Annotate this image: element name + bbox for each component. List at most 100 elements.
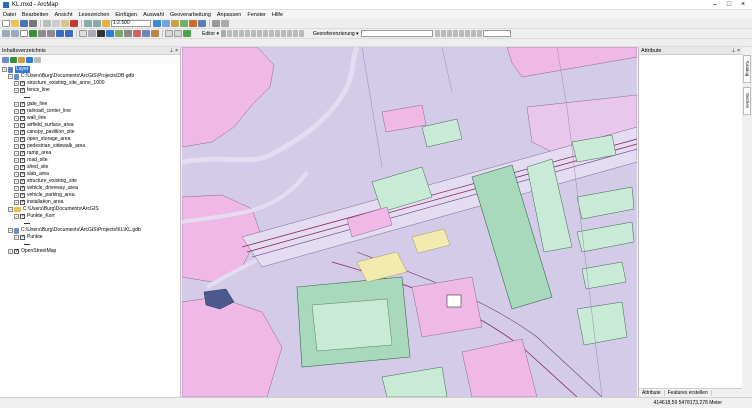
scale-input[interactable]: 1:2.500 <box>111 20 151 27</box>
expand-collapse-icon[interactable]: − <box>14 179 19 184</box>
expand-collapse-icon[interactable]: − <box>14 109 19 114</box>
straight-segment-icon[interactable] <box>232 30 238 37</box>
layer-visibility-checkbox[interactable] <box>20 178 25 185</box>
find-icon[interactable] <box>142 30 150 37</box>
layer-visibility-checkbox[interactable] <box>20 136 25 143</box>
edit-vertices-icon[interactable] <box>256 30 262 37</box>
menu-lesezeichen[interactable]: Lesezeichen <box>79 12 110 18</box>
toc-layer-installation-area[interactable]: − installation_area <box>14 199 63 206</box>
side-tab-katalog[interactable]: Katalog <box>743 55 751 83</box>
measure-icon[interactable] <box>133 30 141 37</box>
menu-fenster[interactable]: Fenster <box>247 12 266 18</box>
layer-visibility-checkbox[interactable] <box>20 150 25 157</box>
search-icon[interactable] <box>180 20 188 27</box>
delete-icon[interactable] <box>70 20 78 27</box>
expand-collapse-icon[interactable]: − <box>8 207 13 212</box>
editor-dropdown[interactable]: Editor ▾ <box>202 31 219 37</box>
identify-icon[interactable] <box>106 30 114 37</box>
pin-close-icon[interactable]: ⊥ × <box>169 47 178 55</box>
menu-auswahl[interactable]: Auswahl <box>143 12 164 18</box>
expand-collapse-icon[interactable]: − <box>2 67 7 72</box>
expand-collapse-icon[interactable]: − <box>14 144 19 149</box>
toc-layer-structure-existing-site-anno-1000[interactable]: − structure_existing_site_anno_1000 <box>14 80 105 87</box>
toc-layer-shed-site[interactable]: − shed_site <box>14 164 48 171</box>
toc-layer-fence-line[interactable]: − fence_line <box>14 87 50 94</box>
layer-visibility-checkbox[interactable] <box>20 115 25 122</box>
time-slider-icon[interactable] <box>165 30 173 37</box>
expand-collapse-icon[interactable]: − <box>8 249 13 254</box>
minimize-icon[interactable]: – <box>708 0 722 10</box>
toc-layer-open-storage-area[interactable]: − open_storage_area <box>14 136 70 143</box>
sketch-properties-icon[interactable] <box>292 30 298 37</box>
zoom-in-icon[interactable] <box>2 30 10 37</box>
toc-folder-arcgis[interactable]: − C:\Users\Burg\Documents\ArcGIS <box>8 206 99 213</box>
list-by-visibility-icon[interactable] <box>18 56 25 63</box>
expand-collapse-icon[interactable]: − <box>14 165 19 170</box>
viewer-icon[interactable] <box>464 30 470 37</box>
expand-collapse-icon[interactable]: − <box>14 200 19 205</box>
toc-layer-road-site[interactable]: − road_site <box>14 157 48 164</box>
expand-collapse-icon[interactable]: − <box>14 137 19 142</box>
menu-ansicht[interactable]: Ansicht <box>54 12 72 18</box>
expand-collapse-icon[interactable]: − <box>14 186 19 191</box>
print-icon[interactable] <box>29 20 37 27</box>
toc-layer-railroad-center-line[interactable]: − railroad_center_line <box>14 108 71 115</box>
expand-collapse-icon[interactable]: − <box>8 74 13 79</box>
copy-icon[interactable] <box>52 20 60 27</box>
toc-layer-vehicle-parking-area[interactable]: − vehicle_parking_area <box>14 192 75 199</box>
split-tool-icon[interactable] <box>274 30 280 37</box>
layer-visibility-checkbox[interactable] <box>20 213 25 220</box>
tab-attribute[interactable]: Attribute <box>639 390 665 396</box>
expand-collapse-icon[interactable]: − <box>14 172 19 177</box>
model-builder-icon[interactable] <box>212 20 220 27</box>
add-control-points-icon[interactable] <box>452 30 458 37</box>
rotate-georef-icon[interactable] <box>434 30 440 37</box>
toc-layer-airfield-surface-area[interactable]: − airfield_surface_area <box>14 122 74 129</box>
toc-layer-punkte[interactable]: − Punkte <box>14 234 43 241</box>
side-tab-suchen[interactable]: Suchen <box>743 87 751 115</box>
maximize-icon[interactable]: □ <box>722 0 736 10</box>
transparency-input[interactable] <box>482 30 511 37</box>
toc-layer-openstreetmap[interactable]: − OpenStreetMap <box>8 248 56 255</box>
menu-datei[interactable]: Datei <box>3 12 16 18</box>
layer-visibility-checkbox[interactable] <box>20 157 25 164</box>
georeferencing-dropdown[interactable]: Georeferenzierung ▾ <box>313 31 359 37</box>
previous-extent-icon[interactable] <box>56 30 64 37</box>
layer-visibility-checkbox[interactable] <box>20 122 25 129</box>
link-table-icon[interactable] <box>458 30 464 37</box>
expand-collapse-icon[interactable]: − <box>14 116 19 121</box>
menu-hilfe[interactable]: Hilfe <box>272 12 283 18</box>
expand-collapse-icon[interactable]: − <box>14 235 19 240</box>
attributes-pin-close-icon[interactable]: ⊥ × <box>731 47 740 55</box>
save-icon[interactable] <box>20 20 28 27</box>
toc-layer-slab-area[interactable]: − slab_area <box>14 171 49 178</box>
go-to-xy-icon[interactable] <box>151 30 159 37</box>
list-by-selection-icon[interactable] <box>26 56 33 63</box>
edit-annotation-icon[interactable] <box>226 30 232 37</box>
arctoolbox-icon[interactable] <box>189 20 197 27</box>
tab-features-erstellen[interactable]: Features erstellen <box>665 390 712 396</box>
editor-toolbar-icon[interactable] <box>153 20 161 27</box>
layer-visibility-checkbox[interactable] <box>20 87 25 94</box>
toc-layer-canopy-pavillion-site[interactable]: − canopy_pavillion_site <box>14 129 75 136</box>
trace-icon[interactable] <box>244 30 250 37</box>
expand-collapse-icon[interactable]: − <box>14 130 19 135</box>
layer-visibility-checkbox[interactable] <box>20 164 25 171</box>
toc-layer-wall-line[interactable]: − wall_line <box>14 115 46 122</box>
redo-icon[interactable] <box>93 20 101 27</box>
layer-visibility-checkbox[interactable] <box>14 248 19 255</box>
catalog-icon[interactable] <box>171 20 179 27</box>
expand-collapse-icon[interactable]: − <box>14 123 19 128</box>
layer-visibility-checkbox[interactable] <box>20 192 25 199</box>
expand-collapse-icon[interactable]: − <box>14 214 19 219</box>
menu-geoverarbeitung[interactable]: Geoverarbeitung <box>170 12 211 18</box>
create-viewer-window-icon[interactable] <box>174 30 182 37</box>
clear-selection-icon[interactable] <box>88 30 96 37</box>
fixed-zoom-out-icon[interactable] <box>47 30 55 37</box>
transparency-icon[interactable] <box>476 30 482 37</box>
layer-visibility-checkbox[interactable] <box>20 108 25 115</box>
menu-anpassen[interactable]: Anpassen <box>217 12 241 18</box>
rotate-icon[interactable] <box>280 30 286 37</box>
toc-gdb-kl[interactable]: − C:\Users\Burg\Documents\ArcGIS\Projects… <box>8 227 141 234</box>
html-popup-icon[interactable] <box>124 30 132 37</box>
